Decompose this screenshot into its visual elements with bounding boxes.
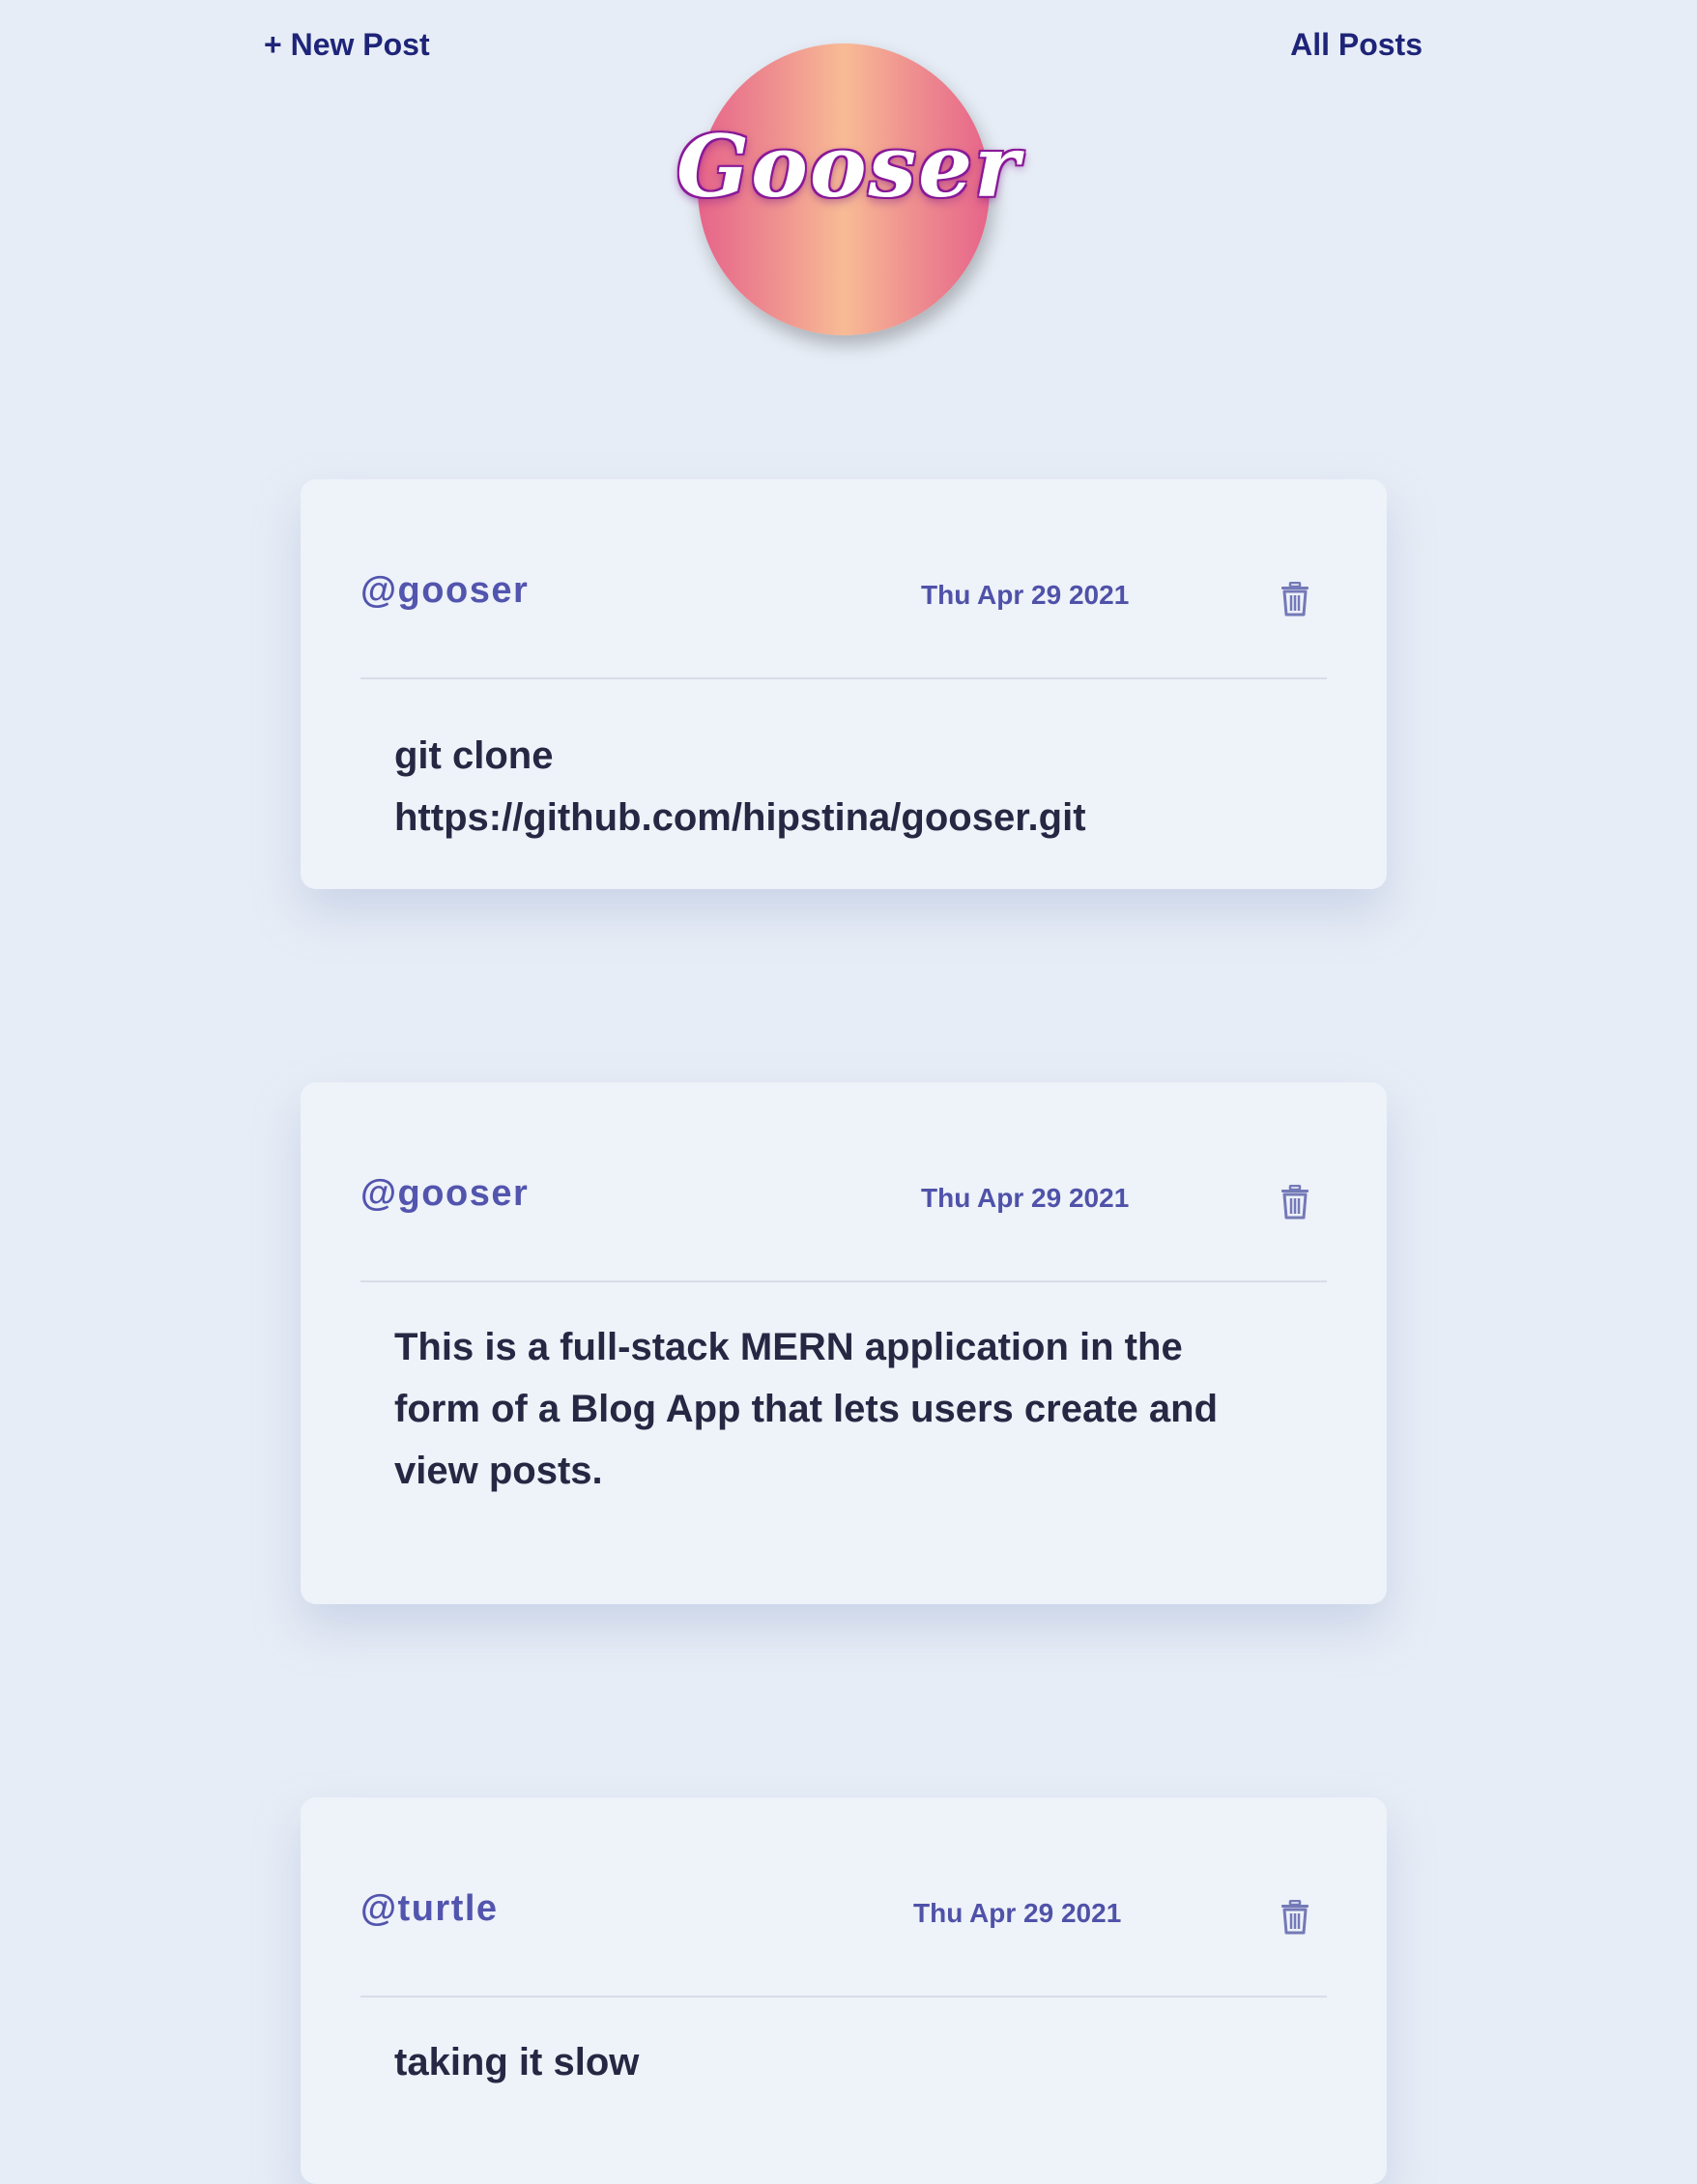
post-body: taking it slow <box>394 2041 640 2083</box>
post-date: Thu Apr 29 2021 <box>921 580 1130 610</box>
post-card: @gooser Thu Apr 29 2021 This is a full-s… <box>301 1082 1387 1604</box>
new-post-link[interactable]: + New Post <box>264 23 430 66</box>
post-card: @turtle Thu Apr 29 2021 taking it slow <box>301 1797 1387 2184</box>
trash-icon[interactable] <box>1279 1900 1311 1935</box>
post-header: @gooser Thu Apr 29 2021 <box>360 479 1327 679</box>
post-author[interactable]: @gooser <box>360 1173 529 1215</box>
trash-icon[interactable] <box>1279 582 1311 617</box>
logo-text: Gooser <box>676 116 1021 216</box>
post-body: This is a full-stack MERN application in… <box>394 1326 1219 1492</box>
post-date: Thu Apr 29 2021 <box>921 1183 1130 1213</box>
post-author[interactable]: @gooser <box>360 570 529 612</box>
trash-icon[interactable] <box>1279 1185 1311 1220</box>
post-author[interactable]: @turtle <box>360 1888 499 1930</box>
post-header: @gooser Thu Apr 29 2021 <box>360 1082 1327 1282</box>
post-header: @turtle Thu Apr 29 2021 <box>360 1797 1327 1997</box>
all-posts-link[interactable]: All Posts <box>1290 23 1423 66</box>
post-card: @gooser Thu Apr 29 2021 git clone https:… <box>301 479 1387 889</box>
post-date: Thu Apr 29 2021 <box>913 1898 1122 1928</box>
post-body: git clone https://github.com/hipstina/go… <box>394 734 1086 839</box>
